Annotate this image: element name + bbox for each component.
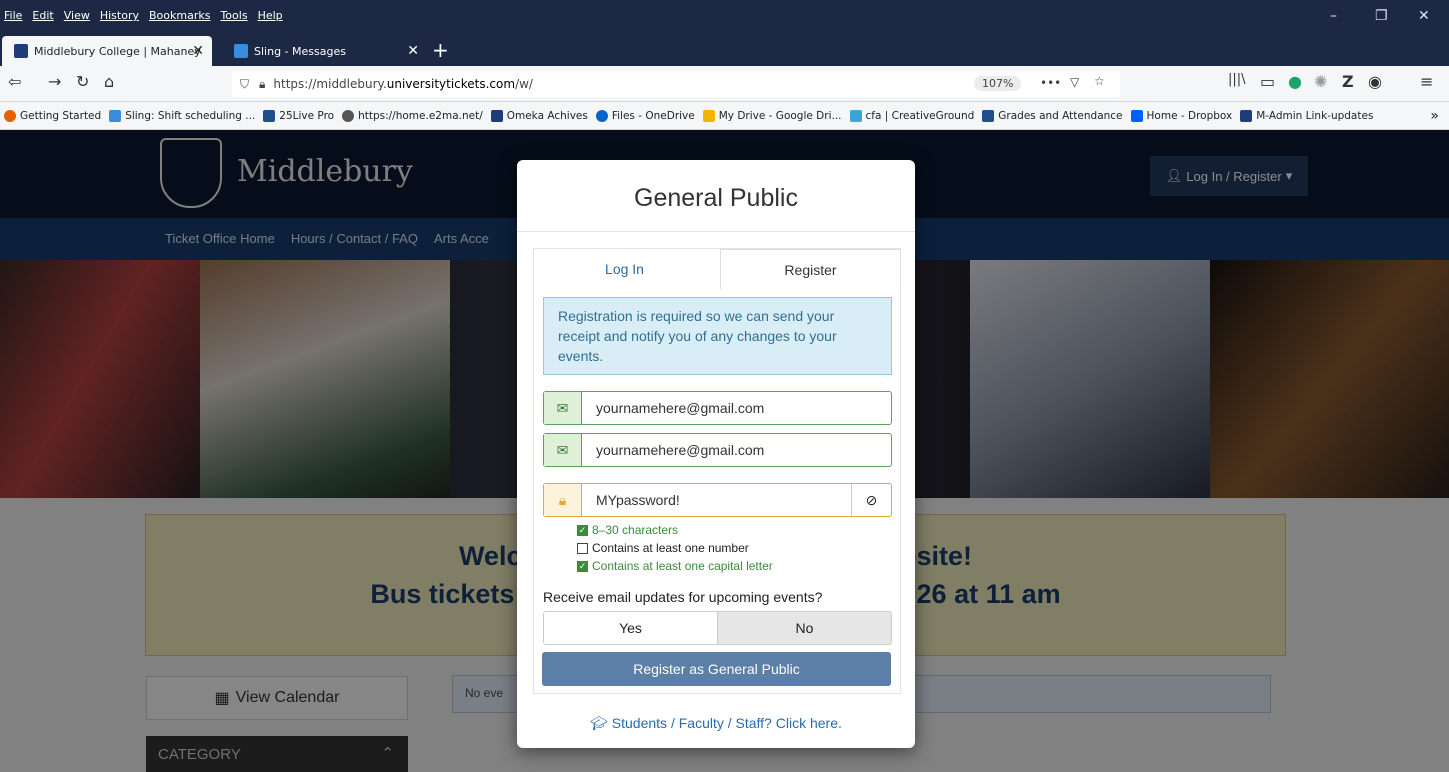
bookmark-getting-started[interactable]: Getting Started — [4, 109, 101, 122]
title-bar: File Edit View History Bookmarks Tools H… — [0, 0, 1449, 34]
url-prefix: https://middlebury. — [273, 77, 387, 91]
middlebury-icon — [1240, 109, 1253, 122]
bookmark-m-admin[interactable]: M-Admin Link-updates — [1240, 109, 1373, 122]
registration-info-alert: Registration is required so we can send … — [543, 297, 892, 375]
password-field[interactable]: 🔒︎ MYpassword! ⊘ — [543, 483, 892, 517]
modal-title: General Public — [634, 184, 798, 212]
url-bar[interactable]: ⛉ 🔒︎ https://middlebury. universityticket… — [232, 71, 1120, 97]
extension-icon[interactable]: ● — [1288, 72, 1302, 91]
graduation-cap-icon: 🎓︎ — [590, 715, 608, 731]
account-icon[interactable]: ◉ — [1368, 72, 1382, 91]
checkbox-checked-icon: ✓ — [577, 560, 588, 572]
tab-log-in[interactable]: Log In — [534, 249, 715, 289]
requirement-capital: ✓ Contains at least one capital letter — [577, 559, 773, 573]
confirm-email-field[interactable]: ✉ yournamehere@gmail.com — [543, 433, 892, 467]
tab-sling[interactable]: Sling - Messages ✕ — [222, 36, 427, 66]
minimize-icon[interactable]: – — [1330, 8, 1337, 24]
lock-icon: 🔒︎ — [544, 484, 582, 516]
email-field[interactable]: ✉ yournamehere@gmail.com — [543, 391, 892, 425]
google-drive-icon — [702, 109, 715, 122]
envelope-icon: ✉ — [544, 434, 582, 466]
general-public-modal: General Public Log In Register Registrat… — [517, 160, 915, 748]
star-icon[interactable]: ☆ — [1094, 74, 1105, 88]
menu-file[interactable]: File — [4, 9, 22, 22]
bookmark-grades[interactable]: Grades and Attendance — [982, 109, 1123, 122]
sidebar-icon[interactable]: ▭ — [1260, 72, 1275, 91]
password-requirements: ✓ 8–30 characters Contains at least one n… — [577, 521, 773, 575]
tab-register[interactable]: Register — [720, 249, 901, 289]
home-icon[interactable]: ⌂ — [104, 72, 114, 91]
menu-bar: File Edit View History Bookmarks Tools H… — [4, 9, 283, 22]
bookmark-onedrive[interactable]: Files - OneDrive — [595, 109, 695, 122]
url-path: /w/ — [515, 77, 533, 91]
close-tab-icon[interactable]: ✕ — [192, 43, 204, 59]
menu-edit[interactable]: Edit — [32, 9, 53, 22]
requirement-length: ✓ 8–30 characters — [577, 523, 679, 537]
shield-icon: ⛉ — [240, 76, 250, 91]
globe-icon — [342, 109, 355, 122]
bookmark-omeka[interactable]: Omeka Achives — [490, 109, 588, 122]
email-updates-no[interactable]: No — [717, 612, 891, 644]
menu-view[interactable]: View — [64, 9, 90, 22]
onedrive-icon — [595, 109, 608, 122]
checkbox-checked-icon: ✓ — [577, 524, 588, 536]
register-general-public-button[interactable]: Register as General Public — [542, 652, 891, 686]
lock-icon: 🔒︎ — [259, 76, 266, 91]
middlebury-favicon-icon — [14, 44, 28, 58]
bookmark-25live[interactable]: 25Live Pro — [263, 109, 334, 122]
zotero-icon[interactable]: Z — [1342, 72, 1354, 91]
tab-strip: Middlebury College | Mahaney ✕ Sling - M… — [0, 34, 1449, 66]
checkbox-empty-icon — [577, 542, 588, 554]
25live-icon — [263, 109, 276, 122]
menu-bookmarks[interactable]: Bookmarks — [149, 9, 210, 22]
library-icon[interactable]: |||\ — [1228, 72, 1246, 87]
email-updates-toggle: Yes No — [543, 611, 892, 645]
close-window-icon[interactable]: ✕ — [1418, 8, 1430, 24]
sling-icon — [109, 109, 122, 122]
confirm-email-value: yournamehere@gmail.com — [596, 442, 765, 458]
sling-favicon-icon — [234, 44, 248, 58]
bookmark-e2ma[interactable]: https://home.e2ma.net/ — [342, 109, 483, 122]
close-tab-icon[interactable]: ✕ — [407, 43, 419, 59]
bookmark-google-drive[interactable]: My Drive - Google Dri... — [702, 109, 842, 122]
creativeground-icon — [849, 109, 862, 122]
email-value: yournamehere@gmail.com — [596, 400, 765, 416]
back-icon[interactable]: ⇦ — [8, 72, 21, 91]
menu-tools[interactable]: Tools — [220, 9, 247, 22]
page-actions-icon[interactable]: ••• — [1040, 76, 1061, 90]
students-faculty-staff-link[interactable]: 🎓︎ Students / Faculty / Staff? Click her… — [517, 715, 915, 732]
new-tab-icon[interactable]: + — [432, 38, 449, 62]
tab-label: Sling - Messages — [254, 44, 346, 58]
restore-icon[interactable]: ❐ — [1375, 8, 1388, 24]
bookmarks-overflow-icon[interactable]: » — [1430, 108, 1439, 124]
tab-label: Middlebury College | Mahaney — [34, 44, 201, 58]
dropbox-icon — [1130, 109, 1143, 122]
modal-divider — [517, 231, 915, 232]
forward-icon[interactable]: → — [48, 72, 61, 91]
nav-toolbar: ⇦ → ↻ ⌂ ⛉ 🔒︎ https://middlebury. universi… — [0, 66, 1449, 102]
email-updates-yes[interactable]: Yes — [544, 612, 717, 644]
hide-password-icon[interactable]: ⊘ — [851, 484, 891, 516]
tab-middlebury[interactable]: Middlebury College | Mahaney ✕ — [2, 36, 212, 66]
reload-icon[interactable]: ↻ — [76, 72, 89, 91]
envelope-icon: ✉ — [544, 392, 582, 424]
zoom-level[interactable]: 107% — [974, 76, 1022, 91]
bookmark-dropbox[interactable]: Home - Dropbox — [1130, 109, 1232, 122]
auth-panel: Log In Register Registration is required… — [533, 248, 901, 694]
bookmarks-bar: Getting Started Sling: Shift scheduling … — [0, 102, 1449, 130]
menu-help[interactable]: Help — [258, 9, 283, 22]
firefox-icon — [4, 109, 16, 122]
email-updates-question: Receive email updates for upcoming event… — [543, 589, 823, 605]
extension-gear-icon[interactable]: ✺ — [1314, 72, 1327, 91]
pocket-icon[interactable]: ▽ — [1070, 75, 1079, 89]
bookmark-sling[interactable]: Sling: Shift scheduling ... — [109, 109, 255, 122]
middlebury-icon — [490, 109, 503, 122]
menu-history[interactable]: History — [100, 9, 139, 22]
bookmark-creativeground[interactable]: cfa | CreativeGround — [849, 109, 974, 122]
url-host: universitytickets.com — [386, 77, 516, 91]
grades-icon — [982, 109, 995, 122]
hamburger-menu-icon[interactable]: ≡ — [1420, 72, 1433, 91]
password-value: MYpassword! — [596, 492, 680, 508]
requirement-number: Contains at least one number — [577, 539, 773, 557]
